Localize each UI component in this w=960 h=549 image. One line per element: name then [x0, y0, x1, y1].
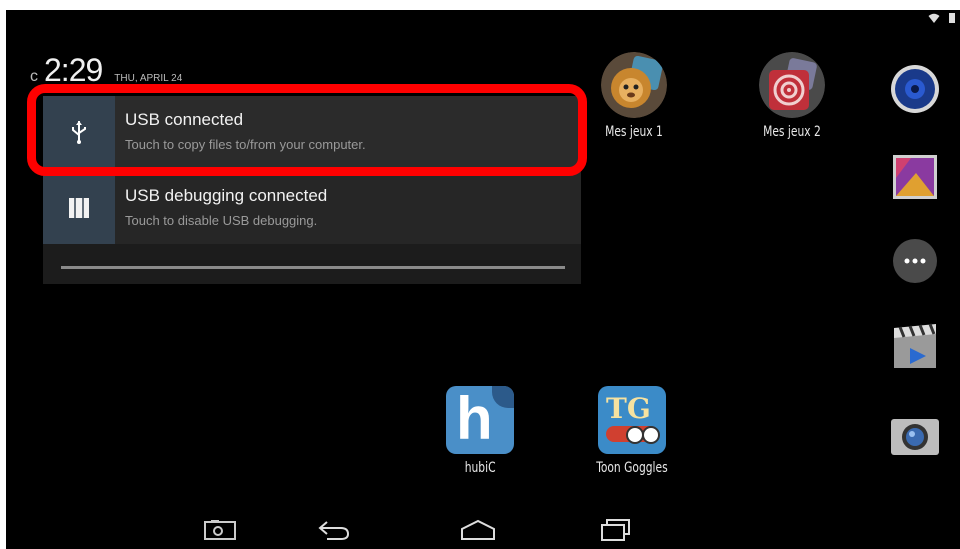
music-icon: [891, 65, 939, 113]
notification-title: USB debugging connected: [125, 186, 328, 205]
back-button[interactable]: [314, 517, 354, 543]
gallery-icon: [893, 155, 937, 199]
app-label: Mes jeux 2: [763, 124, 821, 140]
app-label: Mes jeux 1: [605, 124, 663, 140]
app-mes-jeux-1[interactable]: Mes jeux 1: [600, 52, 668, 140]
highlight-box: [27, 84, 587, 176]
lion-icon: [600, 52, 667, 118]
music-button[interactable]: [888, 62, 942, 116]
home-button[interactable]: [458, 517, 498, 543]
app-hubic[interactable]: h hubiC: [446, 386, 514, 476]
gallery-button[interactable]: [888, 150, 942, 204]
battery-icon: [949, 13, 955, 23]
screenshot-icon: [204, 520, 236, 540]
notification-subtitle: Touch to disable USB debugging.: [125, 213, 318, 228]
hubic-icon: h: [446, 386, 514, 454]
shade-drag-handle[interactable]: [61, 266, 565, 269]
navigation-bar: [6, 507, 960, 549]
app-label: hubiC: [464, 460, 496, 476]
clock-date: THU, APRIL 24: [114, 73, 183, 84]
debug-icon: [43, 172, 115, 244]
toon-goggles-icon: TG: [597, 386, 666, 454]
screenshot-button[interactable]: [200, 517, 240, 543]
recents-icon: [601, 519, 630, 541]
back-icon: [318, 521, 350, 540]
movie-studio-icon: [894, 323, 936, 368]
app-toon-goggles[interactable]: TG Toon Goggles: [590, 386, 674, 476]
notification-usb-debugging[interactable]: USB debugging connected Touch to disable…: [43, 172, 581, 244]
wifi-icon: [928, 13, 940, 23]
hubic-letter: h: [456, 386, 493, 452]
home-screen: c 2:29 THU, APRIL 24 USB connected Touch…: [6, 10, 960, 549]
all-apps-icon: [893, 239, 937, 283]
home-icon: [461, 519, 495, 540]
all-apps-button[interactable]: [888, 234, 942, 288]
recents-button[interactable]: [596, 517, 636, 543]
app-label: Toon Goggles: [596, 460, 668, 476]
movie-studio-button[interactable]: [888, 320, 942, 374]
camera-icon: [891, 419, 939, 455]
status-bar[interactable]: [928, 12, 958, 24]
spiral-icon: [758, 52, 825, 118]
app-mes-jeux-2[interactable]: Mes jeux 2: [758, 52, 826, 140]
clock-prefix: c: [30, 68, 38, 85]
camera-button[interactable]: [888, 410, 942, 464]
toon-letters: TG: [605, 392, 651, 425]
